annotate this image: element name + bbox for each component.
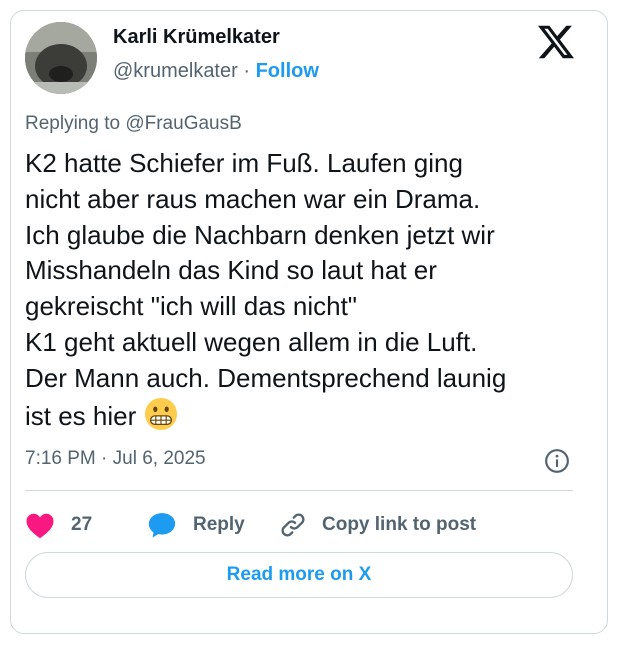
heart-icon	[26, 513, 54, 539]
handle-separator: ·	[243, 60, 251, 82]
info-icon[interactable]	[544, 448, 570, 474]
reply-label: Reply	[193, 514, 245, 535]
reply-button[interactable]: Reply	[147, 505, 245, 545]
author-handle[interactable]: @krumelkater	[113, 60, 238, 82]
follow-link[interactable]: Follow	[256, 60, 319, 82]
avatar[interactable]	[25, 22, 97, 94]
action-bar: 27 Reply Copy link to post	[25, 505, 573, 545]
copy-link-button[interactable]: Copy link to post	[279, 505, 476, 545]
link-icon	[281, 513, 305, 537]
author-handle-row: @krumelkater · Follow	[113, 60, 319, 83]
like-count: 27	[71, 514, 93, 535]
speech-bubble-icon	[148, 513, 176, 538]
read-more-label: Read more on X	[226, 564, 372, 585]
like-button[interactable]: 27	[25, 505, 92, 545]
tweet-text: K2 hatte Schiefer im Fuß. Laufen ging ni…	[25, 148, 507, 431]
tweet-timestamp[interactable]: 7:16 PM · Jul 6, 2025	[25, 448, 206, 470]
reply-context[interactable]: Replying to @FrauGausB	[25, 113, 242, 135]
divider	[25, 490, 573, 491]
x-logo-icon[interactable]	[538, 24, 574, 60]
grimacing-face-emoji	[144, 397, 177, 430]
read-more-button[interactable]: Read more on X	[25, 552, 573, 598]
author-name[interactable]: Karli Krümelkater	[113, 26, 280, 49]
tweet-body: K2 hatte Schiefer im Fuß. Laufen ging ni…	[25, 146, 585, 434]
copy-link-label: Copy link to post	[322, 514, 477, 535]
